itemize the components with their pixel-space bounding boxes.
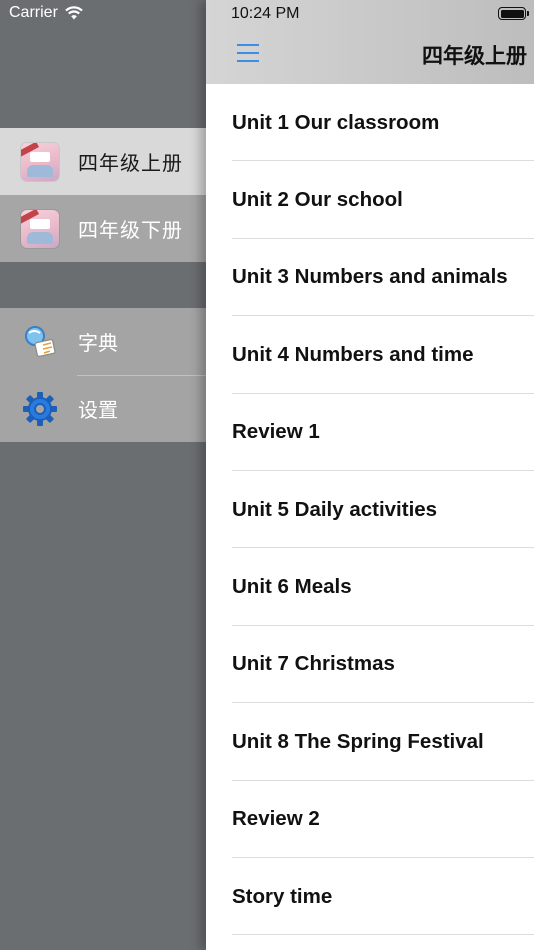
list-item[interactable]: Review 2 [206,781,534,859]
unit-panel: 10:24 PM 四年级上册 Unit 1 Our classroom Unit… [206,0,534,950]
grade-label: 四年级上册 [78,153,183,175]
unit-label: Unit 7 Christmas [232,652,395,676]
list-item[interactable]: Unit 1 Our classroom [206,84,534,162]
grade-item-lower[interactable]: 四年级下册 [0,195,206,262]
textbook-cover-icon [21,209,59,248]
navigation-bar: 10:24 PM 四年级上册 [206,0,534,84]
status-time: 10:24 PM [231,5,300,22]
wifi-icon [65,6,83,20]
carrier-label: Carrier [9,4,58,21]
list-item[interactable]: Unit 3 Numbers and animals [206,239,534,317]
list-item[interactable]: Review 1 [206,394,534,472]
unit-label: Story time [232,884,333,908]
dictionary-label: 字典 [78,333,118,355]
settings-label: 设置 [78,400,118,422]
list-item[interactable]: Unit 5 Daily activities [206,471,534,549]
list-item[interactable]: Unit 4 Numbers and time [206,316,534,394]
side-menu: Carrier 四年级上册 四年级下册 字典 设置 [0,0,206,950]
menu-item-settings[interactable]: 设置 [0,375,206,442]
tools-list: 字典 设置 [0,308,206,442]
battery-icon [498,7,529,20]
grade-list: 四年级上册 四年级下册 [0,128,206,262]
unit-label: Unit 5 Daily activities [232,497,438,521]
textbook-cover-icon [21,142,59,181]
menu-item-dictionary[interactable]: 字典 [0,308,206,375]
unit-label: Review 1 [232,420,320,444]
page-title: 四年级上册 [422,45,527,68]
gear-icon [23,391,57,426]
unit-label: Unit 1 Our classroom [232,110,440,134]
dictionary-icon [25,325,56,357]
unit-label: Unit 2 Our school [232,188,403,212]
grade-item-upper[interactable]: 四年级上册 [0,128,206,195]
unit-label: Unit 3 Numbers and animals [232,265,508,289]
unit-list: Unit 1 Our classroom Unit 2 Our school U… [206,84,534,936]
list-item[interactable]: Story time [206,858,534,936]
list-item[interactable]: Unit 8 The Spring Festival [206,703,534,781]
list-item[interactable]: Unit 6 Meals [206,548,534,627]
unit-label: Review 2 [232,807,320,831]
unit-label: Unit 4 Numbers and time [232,342,474,366]
unit-label: Unit 8 The Spring Festival [232,729,484,753]
unit-label: Unit 6 Meals [232,575,352,599]
hamburger-icon[interactable] [237,44,259,62]
grade-label: 四年级下册 [78,220,183,242]
list-item[interactable]: Unit 2 Our school [206,161,534,240]
carrier-status: Carrier [9,4,84,22]
list-item[interactable]: Unit 7 Christmas [206,626,534,704]
